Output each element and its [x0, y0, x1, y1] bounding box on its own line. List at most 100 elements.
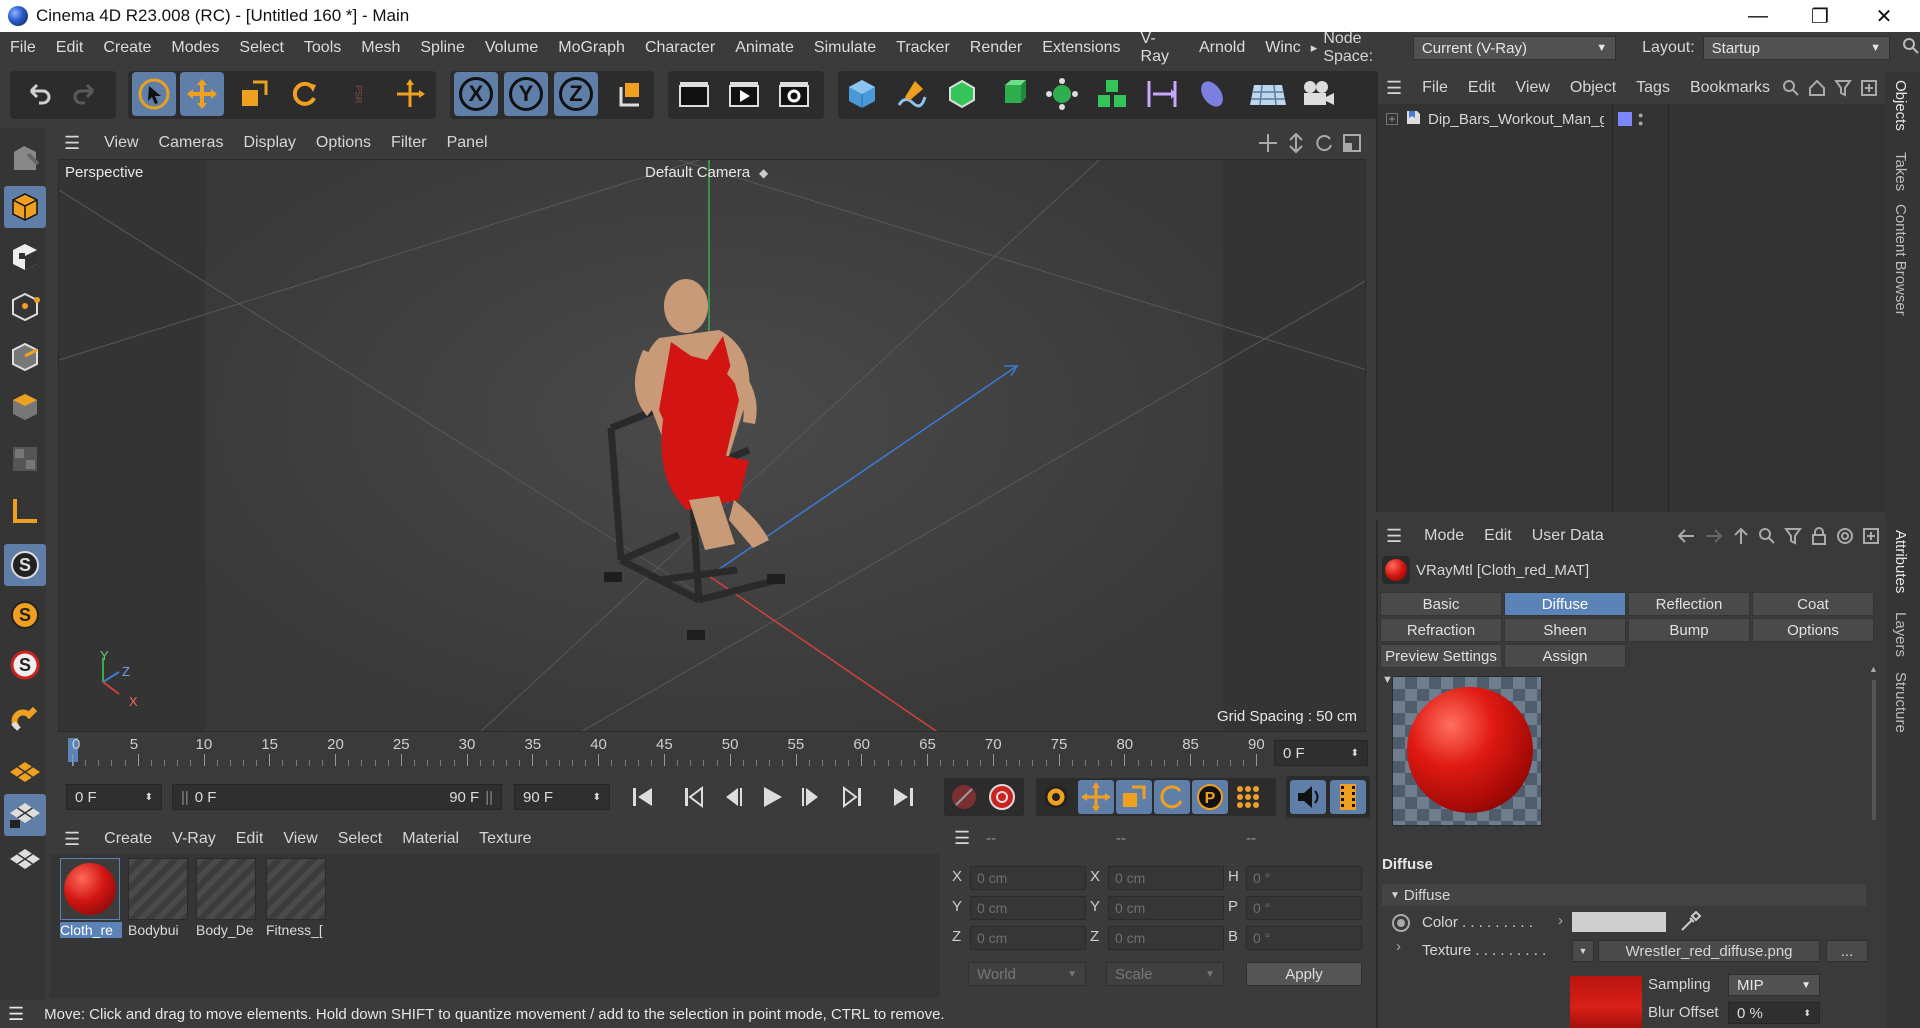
transform-cross-icon[interactable] [388, 72, 432, 116]
range-handle-right-icon[interactable]: || [485, 789, 493, 806]
tab-bump[interactable]: Bump [1628, 618, 1750, 642]
go-to-start-icon[interactable] [626, 782, 658, 812]
scale-x-field[interactable]: 0 cm [1108, 866, 1224, 890]
maximize-view-icon[interactable] [1342, 133, 1362, 153]
tab-coat[interactable]: Coat [1752, 592, 1874, 616]
material-menu-material[interactable]: Material [392, 830, 469, 848]
menu-select[interactable]: Select [229, 39, 293, 57]
next-key-icon[interactable] [836, 782, 868, 812]
tab-refraction[interactable]: Refraction [1380, 618, 1502, 642]
film-strip-icon[interactable] [1330, 780, 1366, 814]
search-icon[interactable] [1902, 37, 1920, 60]
locked-workplane-icon[interactable] [4, 794, 46, 836]
coordinate-space-dropdown[interactable]: World ▼ [968, 962, 1086, 986]
menu-mograph[interactable]: MoGraph [548, 39, 635, 57]
tab-diffuse[interactable]: Diffuse [1504, 592, 1626, 616]
eyedropper-icon[interactable] [1678, 910, 1702, 934]
close-button[interactable]: ✕ [1856, 0, 1912, 32]
lock-icon[interactable] [1810, 527, 1828, 545]
texture-expand-chevron-icon[interactable]: › [1396, 938, 1401, 955]
autokeying-icon[interactable] [986, 781, 1018, 813]
render-to-picture-viewer-icon[interactable] [722, 72, 766, 116]
uv-mode-icon[interactable] [4, 438, 46, 480]
back-arrow-icon[interactable] [1676, 527, 1696, 545]
preview-scrollbar[interactable] [1872, 680, 1876, 820]
camera-object-icon[interactable] [1296, 72, 1340, 116]
tab-options[interactable]: Options [1752, 618, 1874, 642]
pen-spline-icon[interactable] [890, 72, 934, 116]
start-frame-field[interactable]: 0 F ⬍ [66, 784, 162, 810]
menu-tracker[interactable]: Tracker [886, 39, 960, 57]
model-mode-icon[interactable] [4, 186, 46, 228]
texture-options-dropdown[interactable]: ▼ [1572, 940, 1594, 962]
preview-range-slider[interactable]: || 0 F 90 F || [172, 784, 502, 810]
color-expand-chevron-icon[interactable]: › [1558, 912, 1563, 929]
attr-menu-edit[interactable]: Edit [1474, 527, 1522, 545]
timeline-ruler[interactable]: 0 5 10 15 20 25 30 35 40 45 50 55 60 65 70 75 80 85 90 [58, 736, 1268, 768]
new-window-icon[interactable] [1860, 79, 1878, 97]
psr-tool-icon[interactable]: PSR [336, 72, 380, 116]
material-menu-vray[interactable]: V-Ray [162, 830, 226, 848]
material-preview[interactable] [1392, 676, 1542, 826]
material-menu-view[interactable]: View [273, 830, 327, 848]
menu-extensions[interactable]: Extensions [1032, 39, 1130, 57]
new-window-icon[interactable] [1862, 527, 1880, 545]
mograph-cubes-icon[interactable] [1090, 72, 1134, 116]
side-tab-objects[interactable]: Objects [1892, 80, 1909, 131]
keyframe-selection-icon[interactable] [1040, 781, 1072, 813]
orbit-view-icon[interactable] [1314, 133, 1334, 153]
coordinate-system-icon[interactable] [608, 72, 652, 116]
viewport-menu-options[interactable]: Options [306, 134, 381, 152]
restore-button[interactable]: ❐ [1792, 0, 1848, 32]
object-row[interactable]: + Dip_Bars_Workout_Man_g ● ● [1378, 106, 1886, 132]
tab-reflection[interactable]: Reflection [1628, 592, 1750, 616]
viewport-menu-cameras[interactable]: Cameras [149, 134, 234, 152]
undo-icon[interactable] [16, 72, 60, 116]
menu-mesh[interactable]: Mesh [351, 39, 410, 57]
filter-icon[interactable] [1834, 79, 1852, 97]
polygons-mode-icon[interactable] [4, 386, 46, 428]
x-axis-lock-button[interactable]: X [454, 72, 498, 116]
sampling-dropdown[interactable]: MIP ▼ [1728, 974, 1820, 996]
apply-button[interactable]: Apply [1246, 962, 1362, 986]
menu-overflow-arrow-icon[interactable]: ▸ [1305, 40, 1324, 56]
perspective-viewport[interactable]: Perspective Default Camera ◆ Grid Spacin… [58, 159, 1366, 732]
side-tab-structure[interactable]: Structure [1892, 672, 1909, 733]
tab-preview-settings[interactable]: Preview Settings [1380, 644, 1502, 668]
menu-tools[interactable]: Tools [294, 39, 351, 57]
tab-basic[interactable]: Basic [1380, 592, 1502, 616]
material-menu-edit[interactable]: Edit [226, 830, 274, 848]
solo-hierarchy-icon[interactable]: S [4, 644, 46, 686]
tab-assign[interactable]: Assign [1504, 644, 1626, 668]
extrude-generator-icon[interactable] [990, 72, 1034, 116]
node-space-dropdown[interactable]: Current (V-Ray) ▼ [1412, 36, 1617, 60]
scale-z-field[interactable]: 0 cm [1108, 926, 1224, 950]
play-forward-icon[interactable] [756, 782, 788, 812]
render-view-icon[interactable] [672, 72, 716, 116]
search-icon[interactable] [1782, 79, 1800, 97]
expand-plus-icon[interactable]: + [1386, 112, 1398, 126]
cube-object-icon[interactable] [840, 72, 884, 116]
texture-mode-icon[interactable] [4, 236, 46, 278]
hamburger-menu-icon[interactable]: ☰ [954, 828, 970, 849]
rot-b-field[interactable]: 0 ° [1246, 926, 1362, 950]
rot-p-field[interactable]: 0 ° [1246, 896, 1362, 920]
menu-window[interactable]: Winc [1255, 39, 1305, 57]
visibility-dots-icon[interactable]: ● ● [1638, 111, 1643, 128]
menu-create[interactable]: Create [93, 39, 161, 57]
layer-color-swatch[interactable] [1618, 112, 1632, 126]
object-menu-bookmarks[interactable]: Bookmarks [1680, 79, 1780, 97]
material-menu-create[interactable]: Create [94, 830, 162, 848]
coordinate-mode-dropdown[interactable]: Scale ▼ [1106, 962, 1224, 986]
position-track-icon[interactable] [1080, 781, 1112, 813]
points-mode-icon[interactable] [4, 286, 46, 328]
menu-vray[interactable]: V-Ray [1131, 30, 1189, 66]
hamburger-menu-icon[interactable]: ☰ [1378, 526, 1414, 547]
up-arrow-icon[interactable] [1732, 527, 1750, 545]
redo-icon[interactable] [64, 72, 108, 116]
cloner-icon[interactable] [1040, 72, 1084, 116]
z-axis-lock-button[interactable]: Z [554, 72, 598, 116]
tab-sheen[interactable]: Sheen [1504, 618, 1626, 642]
forward-arrow-icon[interactable] [1704, 527, 1724, 545]
deformer-shape-icon[interactable] [1190, 72, 1234, 116]
